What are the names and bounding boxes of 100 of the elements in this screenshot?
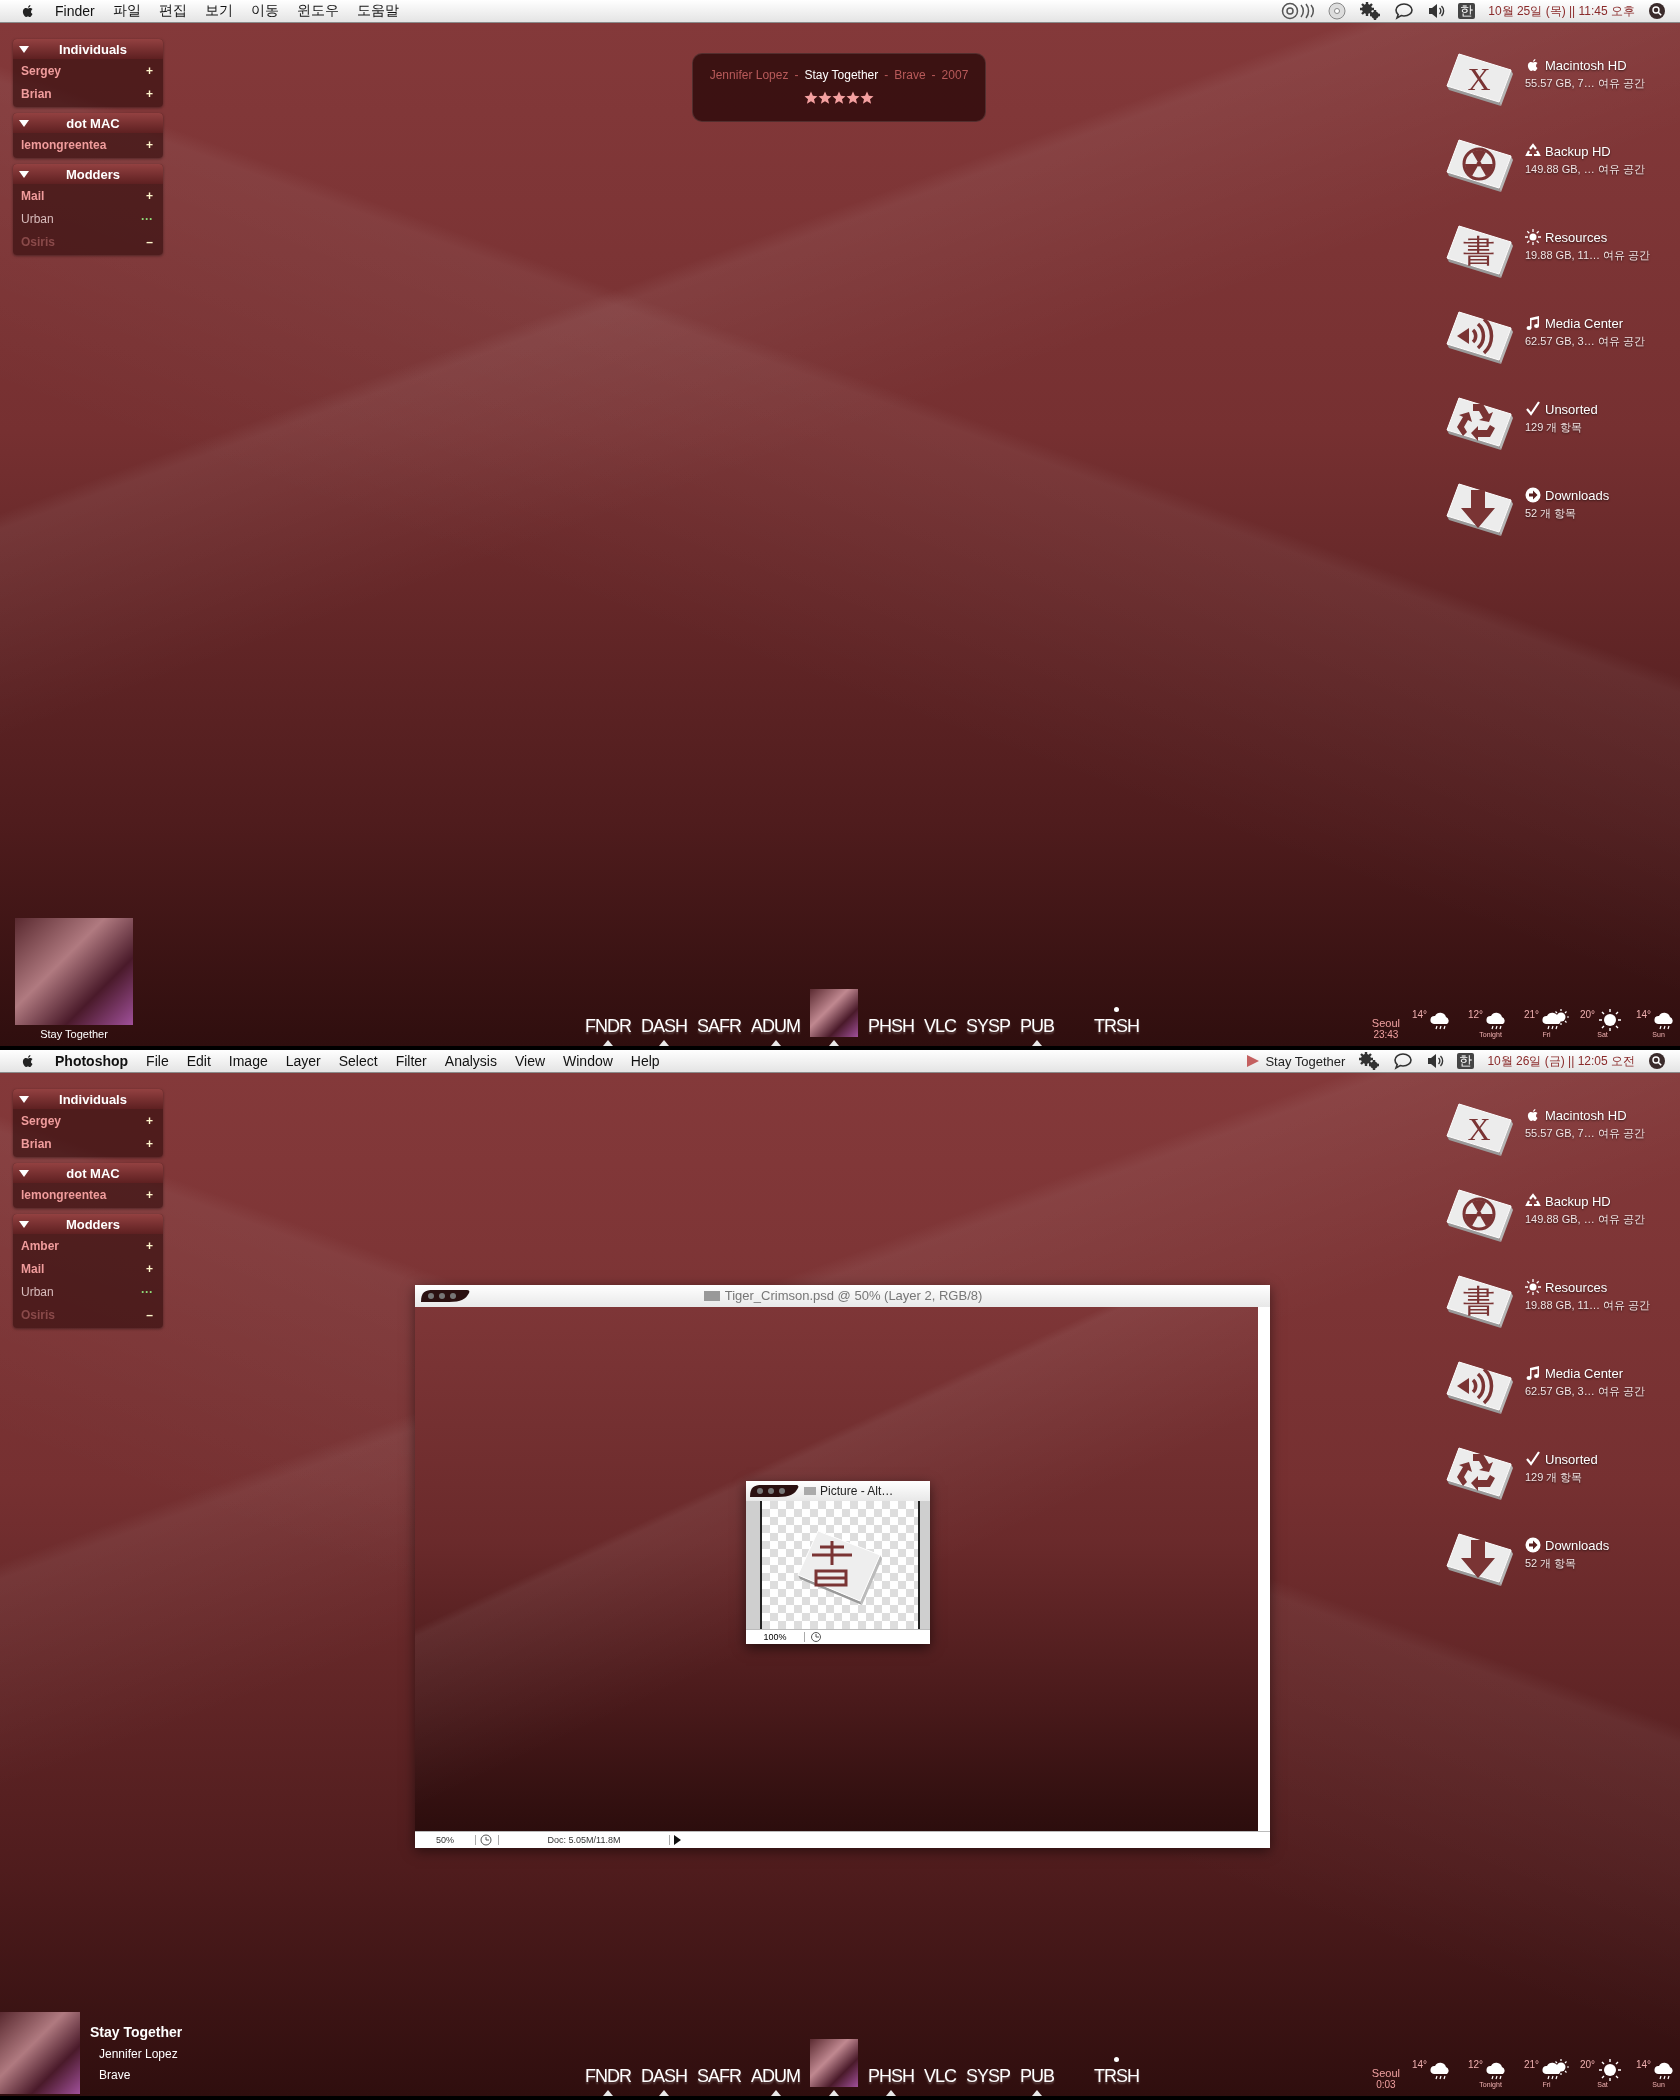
buddy-name[interactable]: Mail [21, 1261, 45, 1276]
buddy-name[interactable]: Amber [21, 1238, 59, 1253]
menu-item[interactable]: Analysis [435, 1053, 506, 1069]
disc-icon[interactable] [1328, 2, 1347, 20]
collapse-triangle-icon[interactable] [19, 1168, 29, 1178]
menu-item[interactable]: Layer [276, 1053, 330, 1069]
star-icon[interactable] [818, 91, 832, 105]
app-menu[interactable]: Finder [46, 3, 104, 19]
dock-item[interactable]: PUB [1020, 2066, 1055, 2087]
drive-name[interactable]: Media Center [1545, 1365, 1624, 1381]
search-icon[interactable] [1648, 2, 1666, 20]
menu-item[interactable]: View [505, 1053, 555, 1069]
zoom-field[interactable]: 50% [415, 1835, 476, 1845]
collapse-triangle-icon[interactable] [19, 118, 29, 128]
buddy-name[interactable]: Brian [21, 86, 52, 101]
audio-cd-icon[interactable] [1281, 2, 1316, 20]
input-menu[interactable]: 한 [1458, 3, 1476, 19]
speech-bubble-icon[interactable] [1393, 1052, 1414, 1070]
drive-name[interactable]: Downloads [1545, 487, 1610, 503]
drive-name[interactable]: Downloads [1545, 1537, 1610, 1553]
star-icon[interactable] [804, 91, 818, 105]
drive-name[interactable]: Macintosh HD [1545, 1107, 1627, 1123]
star-icon[interactable] [832, 91, 846, 105]
menu-clock[interactable]: 10월 26일 (금) || 12:05 오전 [1487, 1052, 1635, 1070]
dock-item[interactable]: PHSH [868, 2066, 915, 2087]
star-icon[interactable] [846, 91, 860, 105]
menu-item[interactable]: 도움말 [347, 2, 408, 20]
menu-item[interactable]: File [137, 1053, 178, 1069]
gears-icon[interactable] [1359, 2, 1382, 20]
menu-item[interactable]: 이동 [241, 2, 288, 20]
buddy-name[interactable]: Mail [21, 188, 45, 203]
group-header[interactable]: Modders [13, 1214, 163, 1234]
dock-item[interactable]: TRSH [1094, 1016, 1140, 1037]
menu-item[interactable]: Help [621, 1053, 669, 1069]
collapse-triangle-icon[interactable] [19, 44, 29, 54]
gears-icon[interactable] [1358, 1052, 1381, 1070]
volume-icon[interactable] [1427, 2, 1446, 20]
drive-name[interactable]: Backup HD [1545, 143, 1611, 159]
group-header[interactable]: Modders [13, 164, 163, 184]
menu-item[interactable]: Image [219, 1053, 277, 1069]
now-playing-menu[interactable]: Stay Together [1246, 1053, 1346, 1069]
dock-item[interactable]: PUB [1020, 1016, 1055, 1037]
menu-clock[interactable]: 10월 25일 (목) || 11:45 오후 [1488, 2, 1635, 20]
info-icon[interactable] [809, 1631, 823, 1643]
window-buttons-icon[interactable] [419, 1288, 471, 1304]
group-header[interactable]: dot MAC [13, 1163, 163, 1183]
dock-item[interactable]: TRSH [1094, 2066, 1140, 2087]
collapse-triangle-icon[interactable] [19, 169, 29, 179]
album-art-dock-item[interactable] [810, 989, 859, 1037]
menu-item[interactable]: 파일 [103, 2, 150, 20]
input-menu[interactable]: 한 [1457, 1053, 1475, 1069]
group-header[interactable]: dot MAC [13, 113, 163, 133]
dock-item[interactable]: SYSP [966, 2066, 1011, 2087]
dock-item[interactable]: ADUM [751, 2066, 801, 2087]
menu-item[interactable]: 보기 [195, 2, 242, 20]
dock-item[interactable]: SAFR [697, 2066, 742, 2087]
sun-icon [1525, 229, 1541, 245]
dock-item[interactable]: FNDR [585, 1016, 631, 1037]
dock-item[interactable]: SAFR [697, 1016, 742, 1037]
menu-item[interactable]: 편집 [149, 2, 196, 20]
star-icon[interactable] [860, 91, 874, 105]
buddy-name[interactable]: Sergey [21, 63, 62, 78]
drive-name[interactable]: Backup HD [1545, 1193, 1611, 1209]
drive-name[interactable]: Resources [1545, 229, 1608, 245]
speech-bubble-icon[interactable] [1394, 2, 1415, 20]
buddy-name[interactable]: lemongreentea [21, 1187, 107, 1202]
search-icon[interactable] [1648, 1052, 1666, 1070]
drive-name[interactable]: Macintosh HD [1545, 57, 1627, 73]
group-header[interactable]: Individuals [13, 1089, 163, 1109]
buddy-name[interactable]: Urban [21, 1284, 54, 1299]
collapse-triangle-icon[interactable] [19, 1219, 29, 1229]
drive-name[interactable]: Resources [1545, 1279, 1608, 1295]
buddy-name[interactable]: Urban [21, 211, 54, 226]
window-buttons-icon[interactable] [748, 1483, 800, 1499]
drive-name[interactable]: Media Center [1545, 315, 1624, 331]
buddy-name[interactable]: Sergey [21, 1113, 62, 1128]
zoom-field[interactable]: 100% [746, 1632, 805, 1642]
menu-item[interactable]: Edit [177, 1053, 220, 1069]
dock-item[interactable]: SYSP [966, 1016, 1011, 1037]
collapse-triangle-icon[interactable] [19, 1094, 29, 1104]
dock-item[interactable]: FNDR [585, 2066, 631, 2087]
menu-item[interactable]: Filter [386, 1053, 436, 1069]
dock-item[interactable]: ADUM [751, 1016, 801, 1037]
volume-icon[interactable] [1426, 1052, 1445, 1070]
dock-item[interactable]: DASH [641, 2066, 687, 2087]
buddy-name[interactable]: Brian [21, 1136, 52, 1151]
menu-item[interactable]: Select [329, 1053, 387, 1069]
app-menu[interactable]: Photoshop [46, 1053, 138, 1069]
dock-item[interactable]: DASH [641, 1016, 687, 1037]
buddy-name[interactable]: lemongreentea [21, 137, 107, 152]
menu-item[interactable]: Window [554, 1053, 622, 1069]
group-header[interactable]: Individuals [13, 39, 163, 59]
dock-item[interactable]: PHSH [868, 1016, 915, 1037]
dock-item[interactable]: VLC [924, 1016, 957, 1037]
drive-name[interactable]: Unsorted [1545, 401, 1598, 417]
track-title: Stay Together [804, 68, 879, 82]
album-art-dock-item[interactable] [810, 2039, 859, 2087]
drive-name[interactable]: Unsorted [1545, 1451, 1598, 1467]
menu-item[interactable]: 윈도우 [287, 2, 348, 20]
dock-item[interactable]: VLC [924, 2066, 957, 2087]
